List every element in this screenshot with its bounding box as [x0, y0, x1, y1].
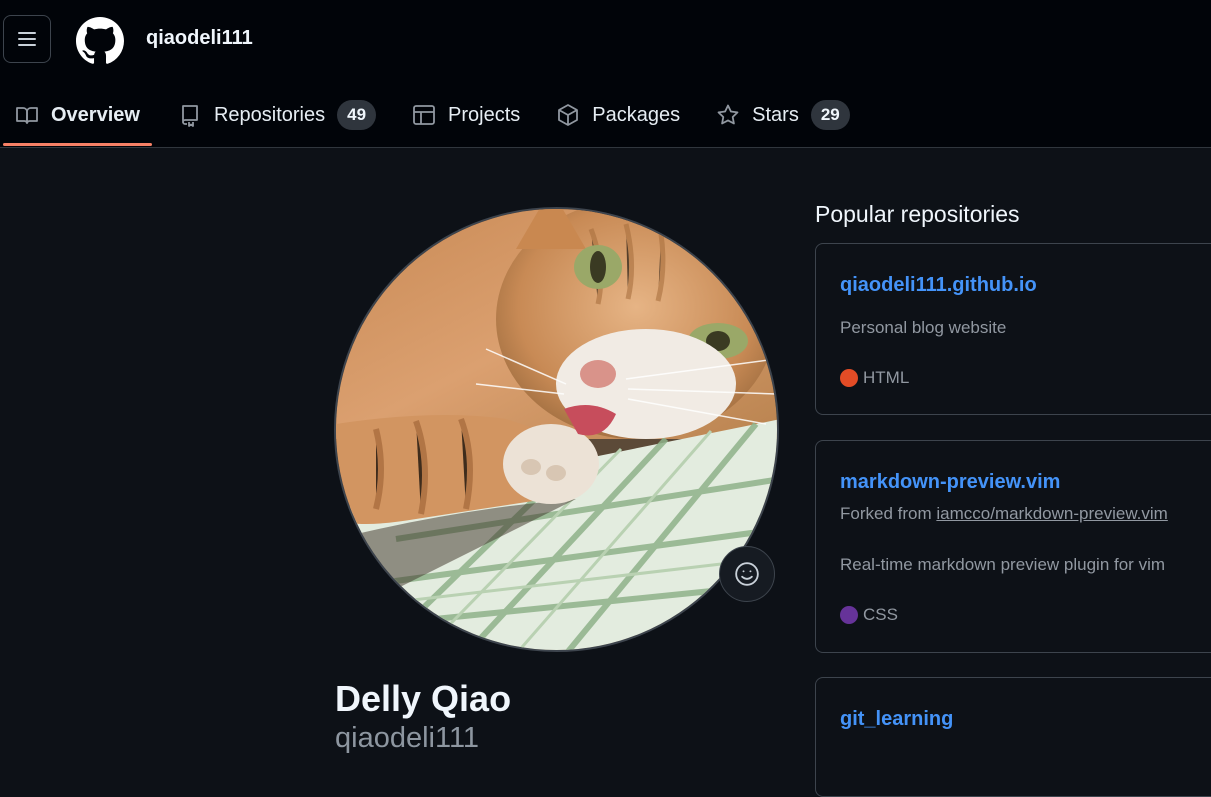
- tab-overview-label: Overview: [51, 103, 140, 126]
- profile-tabs: Overview Repositories 49 Projects Packag…: [0, 84, 862, 146]
- table-icon: [412, 103, 436, 127]
- package-icon: [556, 103, 580, 127]
- fork-info: Forked from iamcco/markdown-preview.vim: [840, 504, 1168, 524]
- repo-name-link[interactable]: markdown-preview.vim: [840, 471, 1060, 494]
- repo-description: Real-time markdown preview plugin for vi…: [840, 555, 1166, 574]
- fork-source-link[interactable]: iamcco/markdown-preview.vim: [936, 504, 1167, 523]
- language-color-dot: [840, 606, 858, 624]
- repo-card: git_learning: [815, 677, 1211, 797]
- tab-packages-label: Packages: [592, 103, 681, 126]
- hamburger-menu-button[interactable]: [3, 15, 51, 63]
- tab-overview[interactable]: Overview: [3, 84, 152, 146]
- tab-stars[interactable]: Stars 29: [704, 84, 862, 146]
- language-color-dot: [840, 369, 858, 387]
- repo-name-link[interactable]: qiaodeli111.github.io: [840, 274, 1037, 297]
- repo-icon: [178, 103, 202, 127]
- tab-repositories-label: Repositories: [213, 103, 326, 126]
- set-status-button[interactable]: [719, 546, 775, 602]
- repo-card: markdown-preview.vim Forked from iamcco/…: [815, 440, 1211, 653]
- header-username[interactable]: qiaodeli111: [146, 27, 253, 50]
- repo-language: CSS: [840, 605, 898, 625]
- profile-avatar[interactable]: [334, 207, 779, 652]
- tab-projects-label: Projects: [448, 103, 521, 126]
- popular-repositories-title: Popular repositories: [815, 201, 1020, 227]
- profile-full-name: Delly Qiao: [335, 678, 512, 719]
- repo-name-link[interactable]: git_learning: [840, 708, 953, 731]
- top-header: qiaodeli111 Overview Repositories 49 Pro…: [0, 0, 1211, 148]
- repo-language: HTML: [840, 368, 909, 388]
- book-icon: [15, 103, 39, 127]
- tab-repositories[interactable]: Repositories 49: [166, 84, 388, 146]
- tab-packages[interactable]: Packages: [544, 84, 692, 146]
- repo-card: qiaodeli111.github.io Personal blog webs…: [815, 243, 1211, 415]
- tab-projects[interactable]: Projects: [400, 84, 532, 146]
- star-icon: [716, 103, 740, 127]
- repositories-count-badge: 49: [337, 100, 377, 130]
- stars-count-badge: 29: [810, 100, 850, 130]
- github-logo-icon[interactable]: [76, 17, 124, 65]
- profile-login: qiaodeli111: [335, 722, 480, 754]
- fork-prefix: Forked from: [840, 504, 932, 523]
- tab-stars-label: Stars: [752, 103, 799, 126]
- repo-language-label: CSS: [863, 605, 898, 624]
- repo-language-label: HTML: [863, 368, 910, 387]
- repo-description: Personal blog website: [840, 318, 1007, 337]
- cat-photo-avatar: [336, 209, 777, 650]
- smiley-icon: [735, 562, 759, 586]
- hamburger-icon: [18, 32, 36, 46]
